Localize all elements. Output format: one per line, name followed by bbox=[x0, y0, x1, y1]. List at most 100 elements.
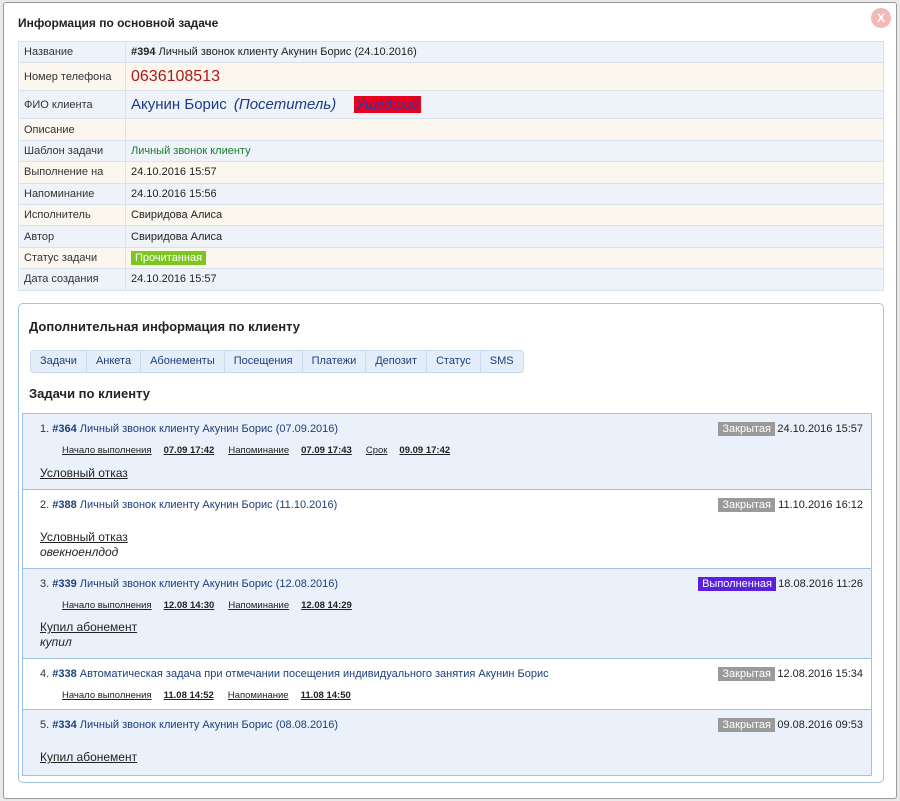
dialog-title: Информация по основной задаче bbox=[18, 16, 219, 30]
schedule-value: 09.09 17:42 bbox=[399, 445, 451, 456]
task-id: #334 bbox=[52, 719, 77, 731]
task-title: Личный звонок клиенту Акунин Борис (24.1… bbox=[155, 46, 417, 59]
task-title-link[interactable]: 5. #334 Личный звонок клиенту Акунин Бор… bbox=[40, 719, 338, 731]
task-title-link[interactable]: 4. #338 Автоматическая задача при отмеча… bbox=[40, 668, 549, 680]
task-item: 3. #339 Личный звонок клиенту Акунин Бор… bbox=[23, 569, 871, 659]
tab-visits[interactable]: Посещения bbox=[225, 351, 303, 372]
schedule-label: Напоминание bbox=[228, 445, 290, 456]
row-phone: Номер телефона 0636108513 bbox=[18, 62, 884, 92]
schedule-value: 11.08 14:52 bbox=[163, 690, 214, 701]
task-number: 2. bbox=[40, 499, 50, 511]
schedule-value: 11.08 14:50 bbox=[300, 690, 351, 701]
task-result: Условный отказ bbox=[40, 466, 128, 480]
label-assignee: Исполнитель bbox=[18, 203, 126, 227]
task-date: 11.10.2016 16:12 bbox=[778, 499, 863, 511]
task-title-link[interactable]: 3. #339 Личный звонок клиенту Акунин Бор… bbox=[40, 578, 338, 590]
task-list: 1. #364 Личный звонок клиенту Акунин Бор… bbox=[22, 413, 872, 776]
row-due: Выполнение на 24.10.2016 15:57 bbox=[18, 161, 884, 184]
task-number: 4. bbox=[40, 668, 50, 680]
schedule-label: Начало выполнения bbox=[62, 600, 152, 611]
value-title: #394 Личный звонок клиенту Акунин Борис … bbox=[125, 40, 884, 64]
task-status-badge: Закрытая bbox=[718, 498, 775, 512]
value-status: Прочитанная bbox=[125, 246, 884, 270]
task-number: 1. bbox=[40, 423, 50, 435]
task-result: Купил абонемент bbox=[40, 620, 138, 634]
tab-survey[interactable]: Анкета bbox=[87, 351, 142, 372]
tab-tasks[interactable]: Задачи bbox=[31, 351, 87, 372]
label-client: ФИО клиента bbox=[18, 90, 126, 120]
value-author: Свиридова Алиса bbox=[125, 225, 884, 248]
task-date: 09.08.2016 09:53 bbox=[777, 719, 863, 731]
task-item: 4. #338 Автоматическая задача при отмеча… bbox=[23, 659, 871, 710]
tab-sms[interactable]: SMS bbox=[481, 351, 523, 372]
schedule-label: Срок bbox=[365, 445, 388, 456]
row-status: Статус задачи Прочитанная bbox=[18, 246, 884, 270]
label-status: Статус задачи bbox=[18, 246, 126, 270]
client-name-link[interactable]: Акунин Борис bbox=[131, 96, 227, 113]
label-created: Дата создания bbox=[18, 268, 126, 291]
task-item: 2. #388 Личный звонок клиенту Акунин Бор… bbox=[23, 490, 871, 569]
schedule-value: 12.08 14:30 bbox=[163, 600, 215, 611]
value-client: Акунин Борис (Посетитель) Ушедший bbox=[125, 90, 884, 120]
task-schedule: Начало выполнения 07.09 17:42 Напоминание 0… bbox=[62, 445, 464, 456]
task-title: Личный звонок клиенту Акунин Борис (12.0… bbox=[76, 578, 339, 590]
task-number: 3. bbox=[40, 578, 50, 590]
task-info-dialog: Информация по основной задаче X Название… bbox=[3, 2, 897, 799]
task-id: #338 bbox=[52, 668, 77, 680]
label-due: Выполнение на bbox=[18, 161, 126, 184]
label-description: Описание bbox=[18, 118, 126, 141]
task-title-link[interactable]: 1. #364 Личный звонок клиенту Акунин Бор… bbox=[40, 423, 338, 435]
client-role: (Посетитель) bbox=[233, 96, 337, 114]
row-client: ФИО клиента Акунин Борис (Посетитель) Уше… bbox=[18, 90, 884, 120]
tab-memberships[interactable]: Абонементы bbox=[141, 351, 225, 372]
task-item: 5. #334 Личный звонок клиенту Акунин Бор… bbox=[23, 710, 871, 775]
value-phone: 0636108513 bbox=[125, 62, 884, 92]
task-date: 18.08.2016 11:26 bbox=[778, 578, 863, 590]
task-date: 12.08.2016 15:34 bbox=[777, 668, 863, 680]
template-link[interactable]: Личный звонок клиенту bbox=[131, 145, 251, 157]
row-author: Автор Свиридова Алиса bbox=[18, 225, 884, 248]
label-author: Автор bbox=[18, 225, 126, 248]
task-title: Личный звонок клиенту Акунин Борис (08.0… bbox=[76, 719, 339, 731]
task-result: Условный отказ bbox=[40, 530, 128, 544]
task-status-badge: Прочитанная bbox=[131, 250, 207, 265]
row-description: Описание bbox=[18, 118, 884, 141]
task-date: 24.10.2016 15:57 bbox=[777, 423, 863, 435]
label-reminder: Напоминание bbox=[18, 182, 126, 205]
row-title: Название #394 Личный звонок клиенту Акун… bbox=[18, 40, 884, 64]
task-item: 1. #364 Личный звонок клиенту Акунин Бор… bbox=[23, 414, 871, 490]
label-template: Шаблон задачи bbox=[18, 139, 126, 163]
client-tabs: Задачи Анкета Абонементы Посещения Плате… bbox=[30, 350, 524, 373]
phone-number[interactable]: 0636108513 bbox=[131, 68, 220, 85]
task-number: 5. bbox=[40, 719, 50, 731]
task-id: #364 bbox=[52, 423, 77, 435]
schedule-label: Напоминание bbox=[227, 690, 289, 701]
task-schedule: Начало выполнения 12.08 14:30 Напоминание 1… bbox=[62, 600, 366, 611]
task-id: #394 bbox=[131, 46, 156, 59]
task-info-table: Название #394 Личный звонок клиенту Акун… bbox=[18, 40, 884, 291]
tab-status[interactable]: Статус bbox=[427, 351, 481, 372]
client-status-badge: Ушедший bbox=[354, 96, 422, 114]
task-comment: овекноенлдод bbox=[40, 545, 119, 559]
value-template: Личный звонок клиенту bbox=[125, 139, 884, 163]
schedule-label: Напоминание bbox=[228, 600, 290, 611]
task-title: Автоматическая задача при отмечании посе… bbox=[76, 668, 549, 680]
tasks-section-title: Задачи по клиенту bbox=[29, 386, 151, 401]
task-title: Личный звонок клиенту Акунин Борис (07.0… bbox=[76, 423, 339, 435]
schedule-value: 12.08 14:29 bbox=[301, 600, 352, 611]
value-due: 24.10.2016 15:57 bbox=[125, 161, 884, 184]
value-assignee: Свиридова Алиса bbox=[125, 203, 884, 227]
task-status-badge: Выполненная bbox=[698, 577, 776, 591]
tab-payments[interactable]: Платежи bbox=[303, 351, 367, 372]
task-schedule: Начало выполнения 11.08 14:52 Напоминание 1… bbox=[62, 690, 365, 701]
row-assignee: Исполнитель Свиридова Алиса bbox=[18, 203, 884, 227]
task-title-link[interactable]: 2. #388 Личный звонок клиенту Акунин Бор… bbox=[40, 499, 337, 511]
close-button[interactable]: X bbox=[871, 8, 891, 28]
value-created: 24.10.2016 15:57 bbox=[125, 268, 884, 291]
task-status-badge: Закрытая bbox=[718, 667, 775, 681]
task-status-badge: Закрытая bbox=[718, 718, 775, 732]
value-reminder: 24.10.2016 15:56 bbox=[125, 182, 884, 205]
task-id: #388 bbox=[52, 499, 77, 511]
label-title: Название bbox=[18, 40, 126, 64]
tab-deposit[interactable]: Депозит bbox=[366, 351, 427, 372]
